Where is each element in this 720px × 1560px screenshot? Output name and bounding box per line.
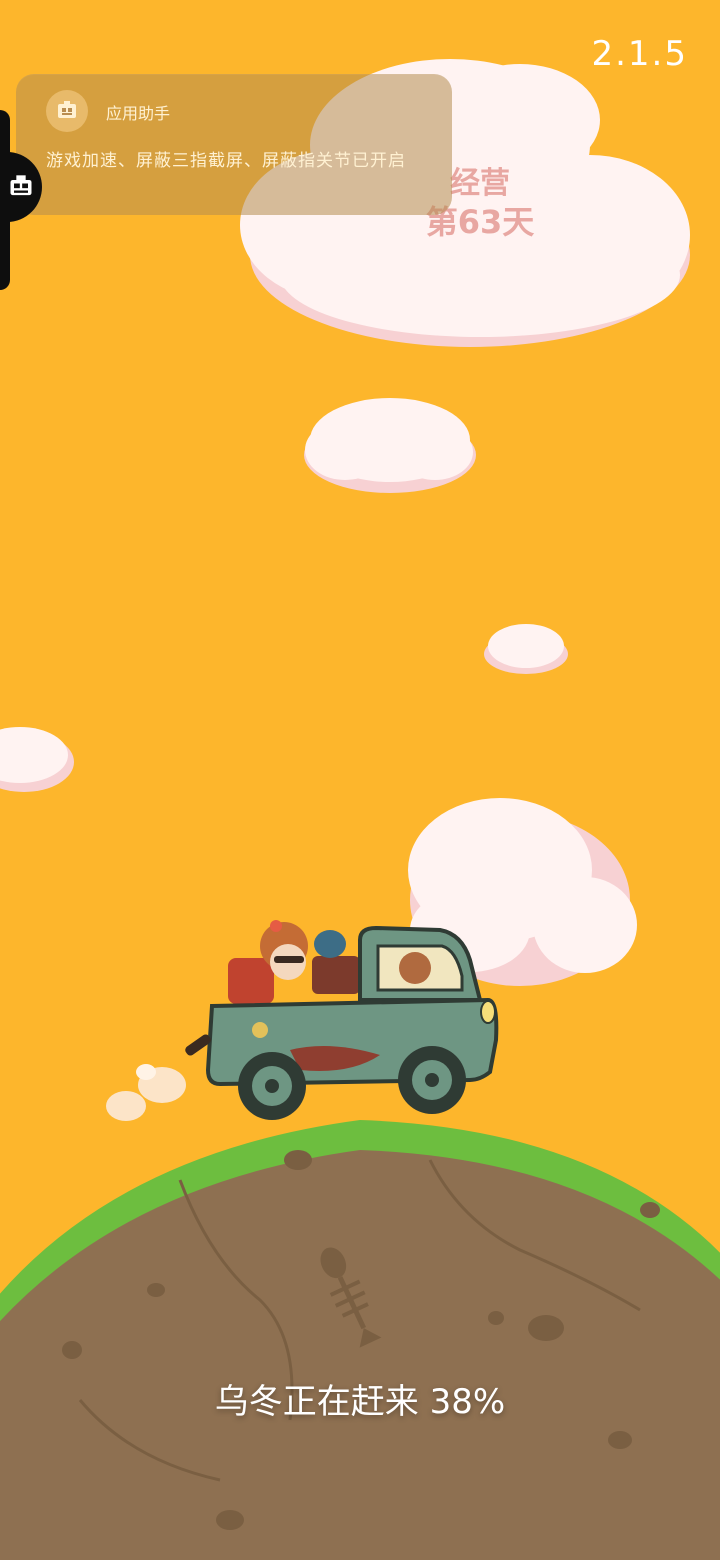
version-label: 2.1.5 [591,34,688,74]
hill [0,1120,720,1560]
app-assistant-icon [46,90,88,132]
cloud-left-edge [0,727,74,792]
app-assistant-icon [10,175,32,196]
cloud-medium [304,398,476,493]
wheel-rear [238,1052,306,1120]
wheel-front [398,1046,466,1114]
scene-illustration [0,59,720,1560]
truck [185,920,499,1120]
exhaust-puffs [106,1064,186,1121]
assistant-toast[interactable]: 应用助手 游戏加速、屏蔽三指截屏、屏蔽指关节已开启 [16,74,452,215]
game-screen: 2.1.5 经营 第63天 应用助手 游戏加速、屏蔽三指截屏、屏蔽指关节已开启 [0,0,720,1560]
loading-status: 乌冬正在赶来 38% [214,1382,506,1422]
cloud-small [484,624,568,674]
assistant-message: 游戏加速、屏蔽三指截屏、屏蔽指关节已开启 [46,151,406,171]
assistant-app-name: 应用助手 [106,104,171,123]
